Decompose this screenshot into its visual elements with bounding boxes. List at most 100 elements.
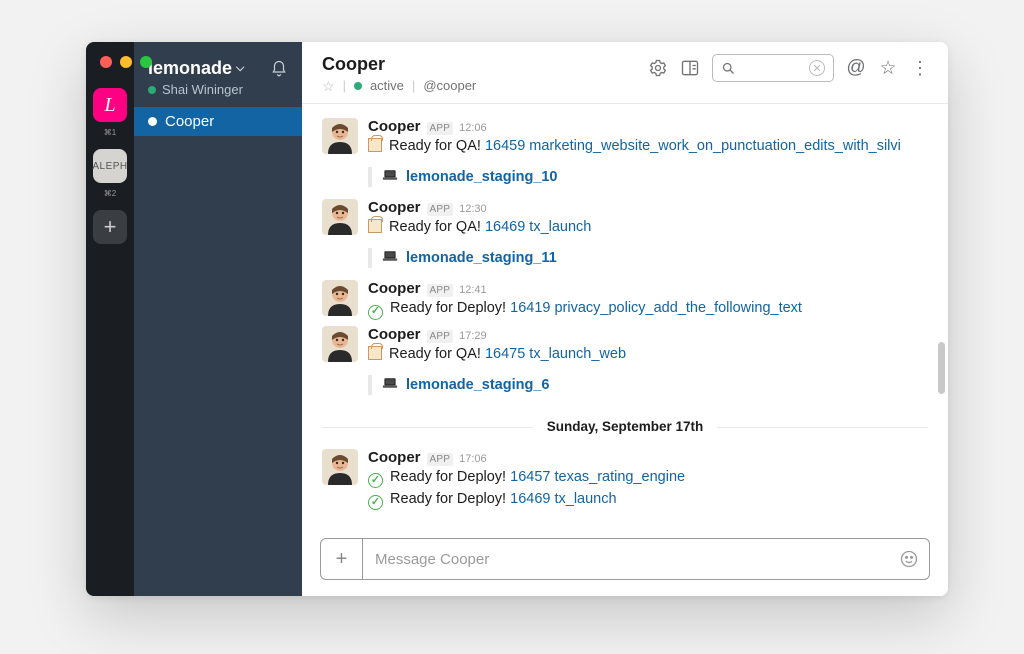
details-pane-icon[interactable] (680, 58, 700, 78)
header-actions: ✕ @ ☆ ⋮ (648, 54, 930, 82)
window-traffic-lights (100, 56, 152, 68)
workspace-shortcut-1: ⌘1 (104, 128, 116, 137)
gear-icon[interactable] (648, 58, 668, 78)
package-icon (368, 219, 382, 233)
message-user[interactable]: Cooper (368, 280, 421, 297)
ticket-link[interactable]: 16419 privacy_policy_add_the_following_t… (510, 300, 802, 316)
workspace-lemonade[interactable]: L (93, 88, 127, 122)
presence-active-icon (354, 82, 362, 90)
message: Cooper APP 12:41 ✓ Ready for Deploy! 16419 … (322, 276, 928, 321)
staging-attachment[interactable]: lemonade_staging_11 (368, 248, 928, 268)
message-time: 17:29 (459, 330, 487, 342)
message-user[interactable]: Cooper (368, 449, 421, 466)
ticket-link[interactable]: 16457 texas_rating_engine (510, 469, 685, 485)
sidebar-header[interactable]: lemonade ⌵ Shai Wininger (134, 42, 302, 107)
check-circle-icon: ✓ (368, 473, 383, 488)
sidebar-item-cooper[interactable]: Cooper (134, 107, 302, 136)
app-badge: APP (427, 203, 454, 216)
sidebar: lemonade ⌵ Shai Wininger Cooper (134, 42, 302, 596)
channel-subheader: ☆ | active | @cooper (322, 78, 476, 93)
channel-title: Cooper (322, 54, 476, 75)
message-list[interactable]: CooperAPP12:06 Ready for QA! 16459 marke… (302, 104, 948, 526)
message-text: ✓ Ready for Deploy! 16469 tx_launch (368, 489, 928, 510)
avatar[interactable] (322, 326, 358, 362)
clear-search-icon[interactable]: ✕ (809, 60, 825, 76)
emoji-picker-icon[interactable] (889, 549, 929, 569)
avatar[interactable] (322, 449, 358, 485)
message-attachment-row: lemonade_staging_11 (322, 240, 928, 276)
laptop-icon (382, 250, 398, 266)
search-icon (721, 61, 736, 76)
message-text: ✓ Ready for Deploy! 16419 privacy_policy… (368, 298, 928, 319)
message-text: Ready for QA! 16475 tx_launch_web (368, 344, 928, 365)
composer-input[interactable] (363, 551, 889, 568)
workspace-aleph[interactable]: ALEPH (93, 149, 127, 183)
staging-attachment[interactable]: lemonade_staging_10 (368, 167, 928, 187)
message-user[interactable]: Cooper (368, 118, 421, 135)
message-text: Ready for QA! 16469 tx_launch (368, 217, 928, 238)
search-input[interactable] (742, 61, 803, 76)
composer-box[interactable]: + (320, 538, 930, 580)
ticket-link[interactable]: 16469 tx_launch (485, 219, 591, 235)
channel-status: active (370, 78, 404, 93)
app-badge: APP (427, 122, 454, 135)
staging-link[interactable]: lemonade_staging_10 (406, 169, 558, 185)
app-badge: APP (427, 284, 454, 297)
message-text: ✓ Ready for Deploy! 16457 texas_rating_e… (368, 467, 928, 488)
day-divider: Sunday, September 17th (322, 419, 928, 435)
workspace-rail: L ⌘1 ALEPH ⌘2 + (86, 42, 134, 596)
current-user: Shai Wininger (148, 82, 288, 97)
staging-attachment[interactable]: lemonade_staging_6 (368, 375, 928, 395)
ticket-link[interactable]: 16475 tx_launch_web (485, 346, 626, 362)
add-workspace-button[interactable]: + (93, 210, 127, 244)
message: Cooper APP 17:06 ✓ Ready for Deploy! 16457 … (322, 445, 928, 513)
message-time: 12:41 (459, 284, 487, 296)
main-pane: Cooper ☆ | active | @cooper (302, 42, 948, 596)
star-outline-icon[interactable]: ☆ (322, 79, 335, 93)
team-name: lemonade (148, 58, 232, 79)
laptop-icon (382, 169, 398, 185)
message-attachment-row: lemonade_staging_6 (322, 367, 928, 403)
message-user[interactable]: Cooper (368, 326, 421, 343)
message-time: 17:06 (459, 453, 487, 465)
scrollbar-thumb[interactable] (938, 342, 945, 394)
day-label: Sunday, September 17th (533, 419, 718, 434)
staging-link[interactable]: lemonade_staging_6 (406, 377, 549, 393)
avatar[interactable] (322, 199, 358, 235)
channel-handle: @cooper (423, 78, 476, 93)
fullscreen-window-icon[interactable] (140, 56, 152, 68)
message: CooperAPP12:06 Ready for QA! 16459 marke… (322, 114, 928, 159)
avatar[interactable] (322, 280, 358, 316)
avatar[interactable] (322, 118, 358, 154)
message-time: 12:30 (459, 203, 487, 215)
close-window-icon[interactable] (100, 56, 112, 68)
channel-header: Cooper ☆ | active | @cooper (302, 42, 948, 104)
check-circle-icon: ✓ (368, 495, 383, 510)
composer: + (302, 526, 948, 596)
unread-dot-icon (148, 117, 157, 126)
notifications-bell-icon[interactable] (270, 60, 288, 78)
starred-items-icon[interactable]: ☆ (878, 58, 898, 78)
search-box[interactable]: ✕ (712, 54, 834, 82)
chevron-down-icon: ⌵ (236, 62, 244, 75)
ticket-link[interactable]: 16469 tx_launch (510, 491, 616, 507)
app-badge: APP (427, 453, 454, 466)
minimize-window-icon[interactable] (120, 56, 132, 68)
mentions-icon[interactable]: @ (846, 58, 866, 78)
ticket-link[interactable]: 16459 marketing_website_work_on_punctuat… (485, 138, 901, 154)
app-badge: APP (427, 330, 454, 343)
more-actions-icon[interactable]: ⋮ (910, 58, 930, 78)
current-user-name: Shai Wininger (162, 82, 243, 97)
message: Cooper APP 17:29 Ready for QA! 16475 tx_la… (322, 322, 928, 367)
sidebar-item-label: Cooper (165, 113, 214, 130)
app-window: L ⌘1 ALEPH ⌘2 + lemonade ⌵ Shai Wininger… (86, 42, 948, 596)
package-icon (368, 138, 382, 152)
message-text: Ready for QA! 16459 marketing_website_wo… (368, 136, 928, 157)
laptop-icon (382, 377, 398, 393)
staging-link[interactable]: lemonade_staging_11 (406, 250, 557, 266)
team-switcher[interactable]: lemonade ⌵ (148, 58, 288, 79)
presence-active-icon (148, 86, 156, 94)
message-user[interactable]: Cooper (368, 199, 421, 216)
workspace-shortcut-2: ⌘2 (104, 189, 116, 198)
attach-plus-icon[interactable]: + (321, 539, 363, 579)
